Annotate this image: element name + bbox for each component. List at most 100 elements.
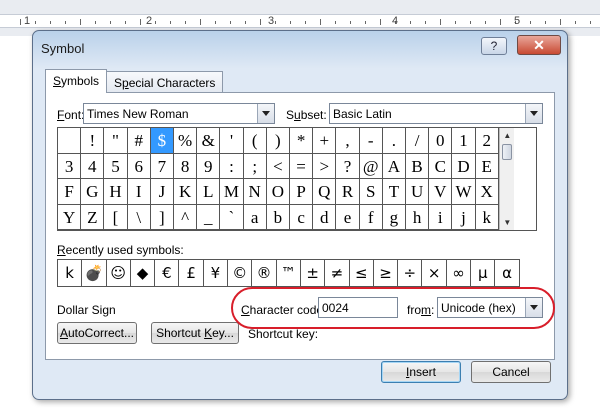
symbol-cell[interactable]: Y <box>58 204 82 230</box>
symbol-cell[interactable]: R <box>336 179 360 205</box>
close-button[interactable]: ✕ <box>517 35 561 55</box>
symbol-cell[interactable]: E <box>475 153 499 179</box>
symbol-cell[interactable]: / <box>406 128 430 154</box>
symbol-cell[interactable]: Q <box>313 179 337 205</box>
symbol-cell[interactable]: T <box>382 179 406 205</box>
recent-symbol-cell[interactable]: α <box>495 260 520 286</box>
recent-symbol-cell[interactable]: © <box>228 260 253 286</box>
symbol-cell[interactable]: j <box>452 204 476 230</box>
symbol-cell[interactable]: * <box>290 128 314 154</box>
symbol-cell[interactable]: U <box>406 179 430 205</box>
symbol-cell[interactable]: 6 <box>127 153 151 179</box>
symbol-cell[interactable]: 3 <box>58 153 82 179</box>
shortcut-key-button[interactable]: Shortcut Key... <box>151 322 239 344</box>
symbol-cell[interactable]: < <box>266 153 290 179</box>
insert-button[interactable]: Insert <box>381 361 461 383</box>
symbol-cell[interactable]: V <box>429 179 453 205</box>
symbol-cell[interactable]: X <box>475 179 499 205</box>
recent-symbol-cell[interactable]: ¥ <box>204 260 229 286</box>
symbol-cell[interactable]: F <box>58 179 82 205</box>
symbol-cell[interactable]: ( <box>243 128 267 154</box>
symbol-cell[interactable]: K <box>174 179 198 205</box>
symbol-cell[interactable]: Z <box>81 204 105 230</box>
symbol-cell[interactable]: @ <box>359 153 383 179</box>
symbol-cell[interactable]: 8 <box>174 153 198 179</box>
symbol-cell[interactable]: [ <box>104 204 128 230</box>
symbol-cell[interactable]: ! <box>81 128 105 154</box>
recent-symbol-cell[interactable]: ≤ <box>350 260 374 286</box>
symbol-cell[interactable]: 5 <box>104 153 128 179</box>
symbol-cell[interactable]: h <box>406 204 430 230</box>
symbol-cell[interactable]: 7 <box>150 153 174 179</box>
symbol-cell[interactable]: M <box>220 179 244 205</box>
symbol-cell[interactable]: " <box>104 128 128 154</box>
symbol-cell[interactable]: I <box>127 179 151 205</box>
symbol-cell[interactable]: 1 <box>452 128 476 154</box>
recent-symbol-cell[interactable]: ☺ <box>107 260 131 286</box>
subset-dropdown-arrow[interactable] <box>525 104 542 123</box>
symbol-cell[interactable]: k <box>475 204 499 230</box>
recent-symbol-cell[interactable]: ÷ <box>398 260 423 286</box>
font-select[interactable]: Times New Roman <box>83 103 275 124</box>
symbol-cell[interactable]: N <box>243 179 267 205</box>
recent-symbol-cell[interactable]: ® <box>252 260 277 286</box>
symbol-cell[interactable]: O <box>266 179 290 205</box>
cancel-button[interactable]: Cancel <box>471 361 551 383</box>
recent-symbol-cell[interactable]: ◆ <box>131 260 156 286</box>
symbol-cell[interactable]: G <box>81 179 105 205</box>
recent-symbol-cell[interactable]: μ <box>471 260 496 286</box>
symbol-cell[interactable]: : <box>220 153 244 179</box>
symbol-cell[interactable]: 0 <box>429 128 453 154</box>
symbol-cell[interactable]: + <box>313 128 337 154</box>
symbol-cell[interactable] <box>58 128 82 154</box>
scroll-up-icon[interactable]: ▲ <box>500 128 515 143</box>
tab-special-characters[interactable]: Special Characters <box>106 71 224 93</box>
symbol-cell[interactable]: ] <box>150 204 174 230</box>
symbol-cell[interactable]: D <box>452 153 476 179</box>
symbol-cell[interactable]: 2 <box>475 128 499 154</box>
help-button[interactable]: ? <box>481 37 507 55</box>
symbol-cell[interactable]: W <box>452 179 476 205</box>
symbol-cell[interactable]: % <box>174 128 198 154</box>
scroll-down-icon[interactable]: ▼ <box>500 215 515 230</box>
recent-symbol-cell[interactable]: £ <box>180 260 204 286</box>
symbol-cell[interactable]: _ <box>197 204 221 230</box>
symbol-cell[interactable]: ? <box>336 153 360 179</box>
symbol-cell[interactable]: ; <box>243 153 267 179</box>
symbol-cell[interactable]: - <box>359 128 383 154</box>
autocorrect-button[interactable]: AutoCorrect... <box>57 322 137 344</box>
scroll-thumb[interactable] <box>501 144 512 160</box>
symbol-cell[interactable]: d <box>313 204 337 230</box>
symbol-cell[interactable]: , <box>336 128 360 154</box>
symbol-cell[interactable]: J <box>150 179 174 205</box>
recent-symbol-cell[interactable]: ± <box>301 260 326 286</box>
symbol-cell[interactable]: i <box>429 204 453 230</box>
symbol-cell[interactable]: ) <box>266 128 290 154</box>
symbol-cell[interactable]: 4 <box>81 153 105 179</box>
symbol-cell[interactable]: L <box>197 179 221 205</box>
symbol-cell[interactable]: f <box>359 204 383 230</box>
symbol-cell[interactable]: a <box>243 204 267 230</box>
recent-symbol-cell[interactable]: ∞ <box>447 260 472 286</box>
symbol-cell[interactable]: & <box>197 128 221 154</box>
symbol-cell[interactable]: > <box>313 153 337 179</box>
symbol-cell[interactable]: H <box>104 179 128 205</box>
symbol-cell[interactable]: $ <box>150 128 174 154</box>
symbol-cell[interactable]: C <box>429 153 453 179</box>
symbol-cell[interactable]: S <box>359 179 383 205</box>
symbol-cell[interactable]: 9 <box>197 153 221 179</box>
symbol-cell[interactable]: c <box>290 204 314 230</box>
recent-symbol-cell[interactable]: ≥ <box>374 260 399 286</box>
symbol-cell[interactable]: ^ <box>174 204 198 230</box>
recent-symbol-cell[interactable]: × <box>423 260 447 286</box>
symbol-cell[interactable]: # <box>127 128 151 154</box>
symbol-cell[interactable]: A <box>382 153 406 179</box>
symbol-cell[interactable]: e <box>336 204 360 230</box>
symbol-cell[interactable]: . <box>382 128 406 154</box>
symbol-cell[interactable]: g <box>382 204 406 230</box>
symbol-cell[interactable]: \ <box>127 204 151 230</box>
symbol-cell[interactable]: B <box>406 153 430 179</box>
symbol-cell[interactable]: b <box>266 204 290 230</box>
font-dropdown-arrow[interactable] <box>257 104 274 123</box>
tab-symbols[interactable]: Symbols <box>45 69 108 93</box>
